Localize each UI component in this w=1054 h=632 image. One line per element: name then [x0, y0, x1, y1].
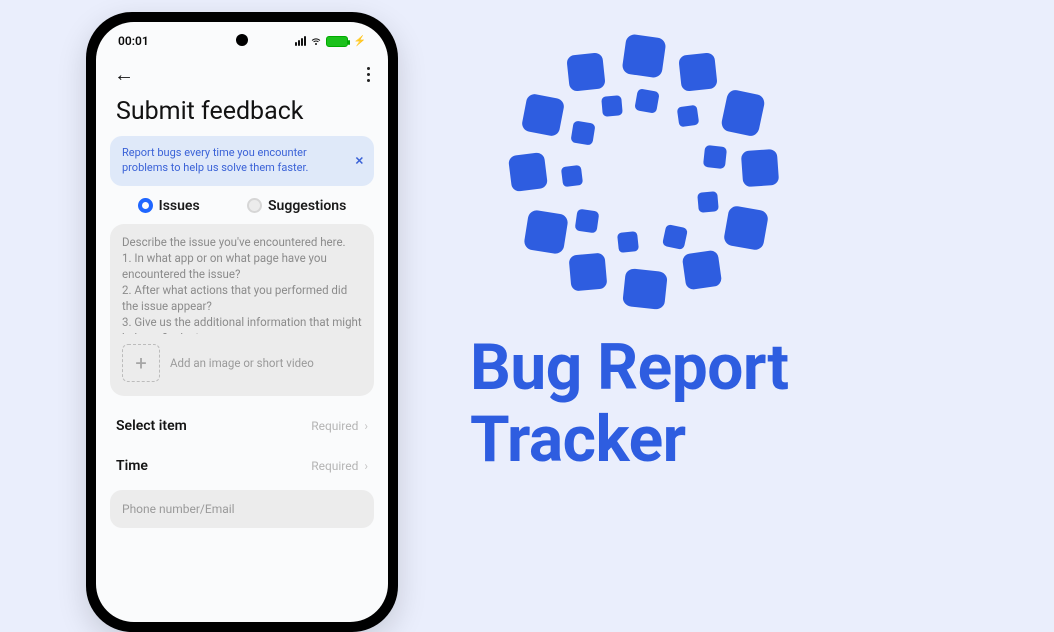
status-indicators: ⚡: [295, 35, 366, 47]
page-title: Submit feedback: [96, 93, 388, 136]
battery-icon: [326, 36, 348, 47]
brand-line-1: Bug Report: [470, 332, 990, 404]
status-time: 00:01: [118, 34, 149, 48]
wifi-icon: [310, 35, 322, 47]
time-row[interactable]: Time Required ›: [96, 446, 388, 486]
radio-checked-icon: [138, 198, 153, 213]
row-hint: Required: [311, 459, 358, 473]
select-item-row[interactable]: Select item Required ›: [96, 406, 388, 446]
plus-icon: +: [122, 344, 160, 382]
tab-label: Issues: [159, 198, 200, 214]
camera-cutout: [236, 34, 248, 46]
add-media-label: Add an image or short video: [170, 356, 314, 370]
brand-line-2: Tracker: [470, 404, 990, 476]
phone-mockup: 00:01 ⚡ ← Submit feedback: [86, 12, 398, 632]
radio-unchecked-icon: [247, 198, 262, 213]
charging-icon: ⚡: [354, 36, 366, 47]
close-icon[interactable]: ✕: [355, 154, 364, 167]
contact-input[interactable]: Phone number/Email: [110, 490, 374, 528]
info-banner-text: Report bugs every time you encounter pro…: [122, 146, 346, 176]
chevron-right-icon: ›: [364, 459, 368, 473]
back-icon[interactable]: ←: [114, 62, 134, 87]
tabs: Issues Suggestions: [96, 198, 388, 224]
brand-logo: [506, 34, 786, 314]
brand-panel: Bug Report Tracker: [470, 34, 990, 475]
app-header: ←: [96, 56, 388, 93]
signal-icon: [295, 36, 306, 46]
overflow-menu-icon[interactable]: [367, 67, 370, 82]
row-label: Select item: [116, 418, 187, 434]
tab-label: Suggestions: [268, 198, 346, 214]
info-banner: Report bugs every time you encounter pro…: [110, 136, 374, 186]
row-label: Time: [116, 458, 148, 474]
issue-description-input[interactable]: Describe the issue you've encountered he…: [110, 224, 374, 334]
add-media-button[interactable]: + Add an image or short video: [110, 334, 374, 396]
tab-suggestions[interactable]: Suggestions: [247, 198, 346, 214]
row-hint: Required: [311, 419, 358, 433]
chevron-right-icon: ›: [364, 419, 368, 433]
tab-issues[interactable]: Issues: [138, 198, 200, 214]
